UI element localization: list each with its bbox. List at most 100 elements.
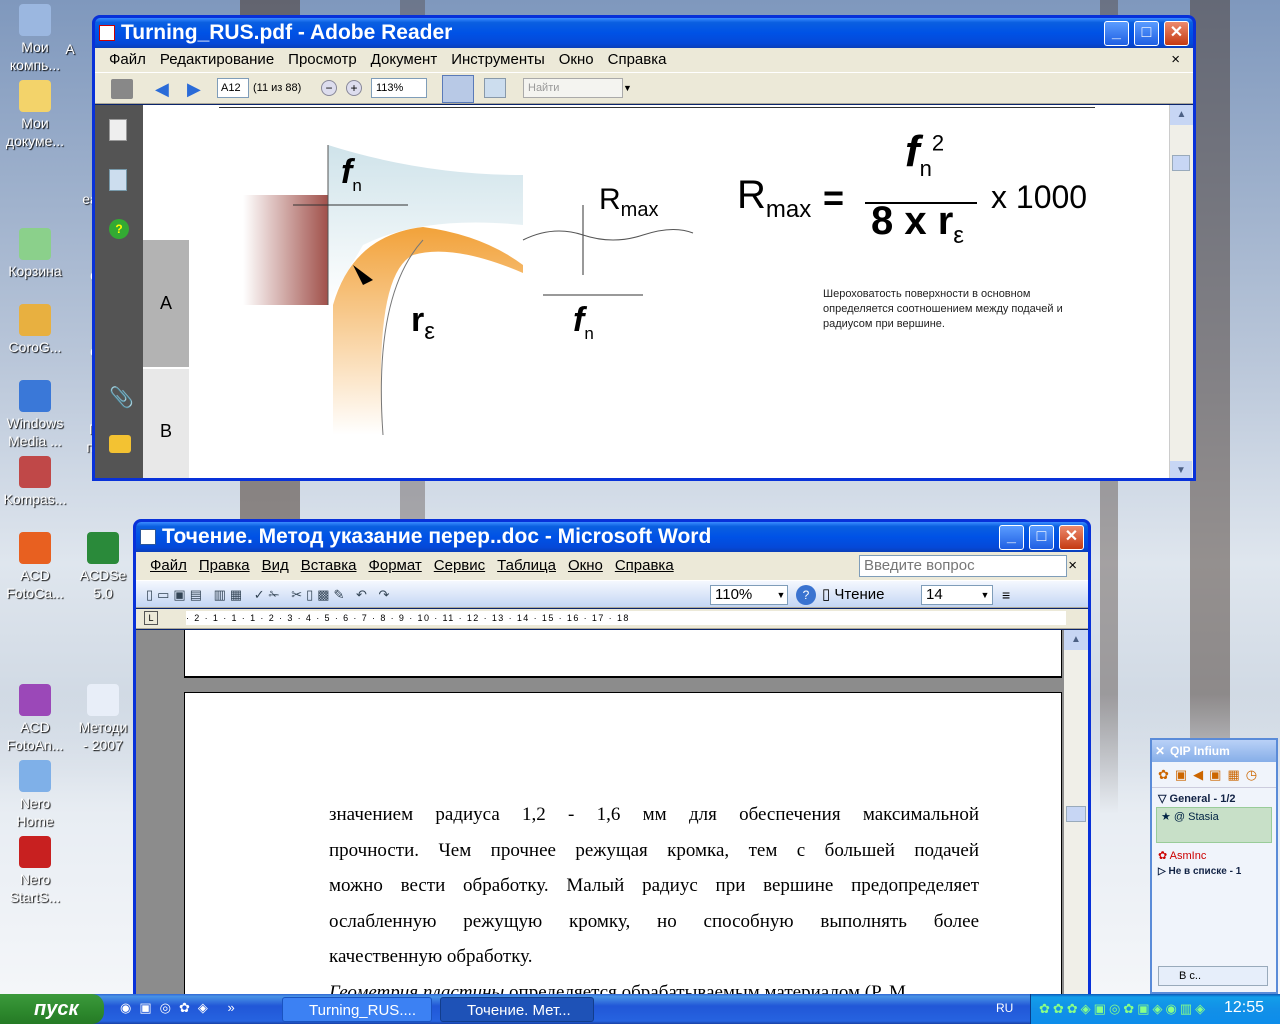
desktop-icon[interactable]: Мои докуме... xyxy=(0,80,70,150)
standard-buttons[interactable]: ▯▭▣▤ ▥▦ ✓✁ ✂▯▩✎ ↶ ↷ ▦▥▤▣¶ xyxy=(146,585,406,622)
maximize-button[interactable]: □ xyxy=(1134,21,1159,46)
prev-page-icon[interactable]: ◀ xyxy=(155,79,175,99)
close-doc-icon[interactable]: × xyxy=(1164,48,1187,72)
desktop-icon[interactable]: ACDSe 5.0 xyxy=(68,532,138,602)
desktop-icon[interactable]: Методи - 2007 xyxy=(68,684,138,754)
word-menu-item-1[interactable]: Правка xyxy=(193,557,256,574)
desktop-icon-label-partial[interactable]: A xyxy=(60,40,80,58)
qip-group[interactable]: ▽ General - 1/2 xyxy=(1152,788,1276,805)
scroll-thumb[interactable] xyxy=(1172,155,1190,171)
word-scrollbar[interactable]: ▲ xyxy=(1064,630,1088,996)
word-menubar: Файл Правка Вид Вставка Формат Сервис Таблица О… xyxy=(136,552,1088,580)
bookmarks-icon[interactable] xyxy=(109,169,127,191)
tab-selector[interactable]: L xyxy=(144,611,158,625)
desktop-icon[interactable]: ACD FotoCa... xyxy=(0,532,70,602)
word-window[interactable]: Точение. Метод указание перер..doc - Mic… xyxy=(133,519,1091,999)
help-icon[interactable]: ? xyxy=(109,219,129,239)
word-menu-item-7[interactable]: Окно xyxy=(562,557,609,574)
qip-contact-stasia[interactable]: ★ @ Stasia xyxy=(1156,807,1272,843)
qip-titlebar[interactable]: ✕ QIP Infium xyxy=(1152,740,1276,762)
zoom-select[interactable]: 113% xyxy=(371,78,427,98)
find-input[interactable]: Найти xyxy=(523,78,623,98)
word-menu-item-0[interactable]: Файл xyxy=(144,557,193,574)
desktop-icon[interactable]: Kompas... xyxy=(0,456,70,508)
page-input[interactable]: A12 xyxy=(217,78,249,98)
pages-icon[interactable] xyxy=(109,119,127,141)
reader-title: Turning_RUS.pdf - Adobe Reader xyxy=(121,21,453,44)
reader-scrollbar[interactable]: ▲ ▼ xyxy=(1169,105,1193,478)
paragraph-line: ослабленную режущую кромку, но способную… xyxy=(329,910,979,932)
tray-icons[interactable]: ✿✿✿◈▣◎✿▣◈◉▥◈ xyxy=(1039,1001,1208,1017)
fit-page-icon[interactable] xyxy=(484,78,506,98)
fit-width-icon[interactable] xyxy=(442,75,474,103)
reader-menu-item-4[interactable]: Инструменты xyxy=(444,51,552,68)
paragraph-line: качественную обработку. xyxy=(329,946,533,968)
zoom-dropdown-icon[interactable]: ▼ xyxy=(774,585,788,605)
reader-menu-item-6[interactable]: Справка xyxy=(601,51,674,68)
previous-page xyxy=(184,630,1062,678)
word-title: Точение. Метод указание перер..doc - Mic… xyxy=(162,525,712,548)
comments-icon[interactable] xyxy=(109,435,131,453)
word-menu-item-2[interactable]: Вид xyxy=(256,557,295,574)
qip-not-in-list[interactable]: ▷ Не в списке - 1 xyxy=(1152,866,1276,877)
desktop-icon[interactable]: Nero Home xyxy=(0,760,70,830)
qip-window[interactable]: ✕ QIP Infium ✿▣◀▣▦◷ ▽ General - 1/2 ★ @ … xyxy=(1150,738,1278,994)
reading-mode-button[interactable]: ▯ Чтение xyxy=(822,585,902,605)
next-page-icon[interactable]: ▶ xyxy=(187,79,207,99)
word-titlebar[interactable]: Точение. Метод указание перер..doc - Mic… xyxy=(136,522,1088,552)
reader-menu-item-0[interactable]: Файл xyxy=(102,51,153,68)
adobe-reader-window[interactable]: Turning_RUS.pdf - Adobe Reader _ □ ✕ Фай… xyxy=(92,15,1196,481)
tab-a[interactable]: A xyxy=(143,240,189,367)
desktop-icon[interactable]: Nero StartS... xyxy=(0,836,70,906)
desktop-icon-label: Методи - 2007 xyxy=(78,719,128,753)
word-menu-item-6[interactable]: Таблица xyxy=(491,557,562,574)
scroll-up-icon[interactable]: ▲ xyxy=(1064,630,1088,650)
zoom-in-icon[interactable]: + xyxy=(346,80,362,96)
start-button[interactable]: пуск xyxy=(0,994,104,1024)
acd-fotoangelo-icon xyxy=(19,684,51,716)
close-doc-icon[interactable]: × xyxy=(1061,552,1084,580)
help-icon[interactable]: ? xyxy=(796,585,816,605)
qip-close-icon[interactable]: ✕ xyxy=(1155,740,1165,762)
reader-menu-item-5[interactable]: Окно xyxy=(552,51,601,68)
desktop-icon[interactable]: Windows Media ... xyxy=(0,380,70,450)
desktop-icon[interactable]: Мои компь... xyxy=(0,4,70,74)
desktop-icon[interactable]: ACD FotoAn... xyxy=(0,684,70,754)
align-left-icon[interactable]: ≡ xyxy=(1002,585,1020,605)
word-menu-item-5[interactable]: Сервис xyxy=(428,557,491,574)
close-button[interactable]: ✕ xyxy=(1059,525,1084,550)
desktop-icon[interactable]: CoroG... xyxy=(0,304,70,356)
attachments-icon[interactable]: 📎 xyxy=(109,385,134,409)
word-menu-item-8[interactable]: Справка xyxy=(609,557,680,574)
print-icon[interactable] xyxy=(111,79,133,99)
tab-b[interactable]: B xyxy=(143,369,189,478)
scroll-down-icon[interactable]: ▼ xyxy=(1170,461,1192,478)
scroll-thumb[interactable] xyxy=(1066,806,1086,822)
desktop-icon[interactable]: Корзина xyxy=(0,228,70,280)
qip-contact-asminc[interactable]: ✿ AsmInc xyxy=(1152,845,1276,866)
reader-menu-item-1[interactable]: Редактирование xyxy=(153,51,281,68)
close-button[interactable]: ✕ xyxy=(1164,21,1189,46)
task-word[interactable]: Точение. Мет... xyxy=(440,997,594,1022)
reader-titlebar[interactable]: Turning_RUS.pdf - Adobe Reader _ □ ✕ xyxy=(95,18,1193,48)
zoom-out-icon[interactable]: − xyxy=(321,80,337,96)
ask-question-input[interactable]: Введите вопрос xyxy=(859,555,1067,577)
quick-launch[interactable]: ◉▣◎✿◈ » xyxy=(120,1000,270,1018)
word-menu-item-4[interactable]: Формат xyxy=(362,557,427,574)
qip-toolbar[interactable]: ✿▣◀▣▦◷ xyxy=(1152,762,1276,788)
scroll-up-icon[interactable]: ▲ xyxy=(1170,105,1193,125)
minimize-button[interactable]: _ xyxy=(999,525,1024,550)
formula-multiplier: x 1000 xyxy=(991,179,1088,215)
reader-menu-item-3[interactable]: Документ xyxy=(364,51,445,68)
qip-status-button[interactable]: В с.. xyxy=(1158,966,1268,986)
minimize-button[interactable]: _ xyxy=(1104,21,1129,46)
language-indicator[interactable]: RU xyxy=(996,1001,1013,1015)
reader-menu-item-2[interactable]: Просмотр xyxy=(281,51,364,68)
task-reader[interactable]: Turning_RUS.... xyxy=(282,997,432,1022)
recycle-bin-icon xyxy=(19,228,51,260)
maximize-button[interactable]: □ xyxy=(1029,525,1054,550)
find-dropdown-icon[interactable]: ▼ xyxy=(623,78,633,98)
font-size-dropdown-icon[interactable]: ▼ xyxy=(978,585,992,605)
word-menu-item-3[interactable]: Вставка xyxy=(295,557,363,574)
fn-label-top: fn xyxy=(341,153,362,195)
